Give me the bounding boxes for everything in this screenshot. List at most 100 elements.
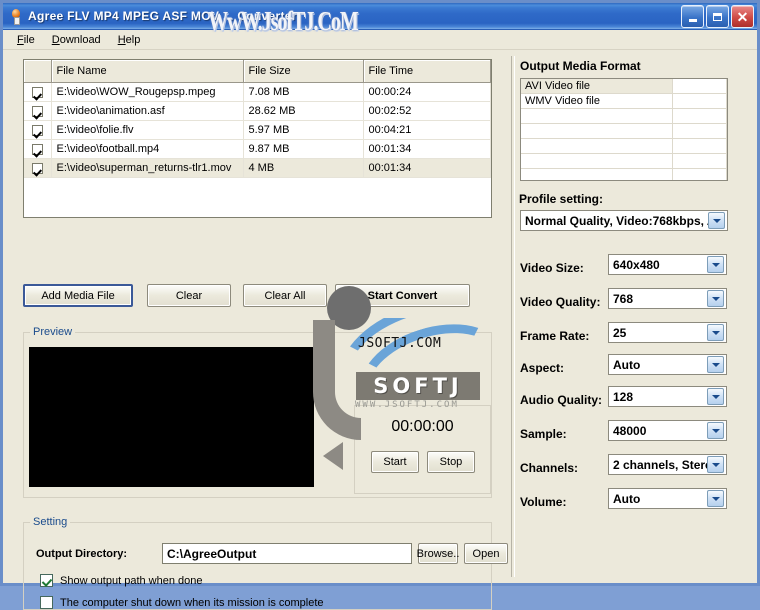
menu-item-download[interactable]: Download	[44, 32, 109, 48]
output-format-item-label	[521, 123, 673, 139]
menu-download-rest: ownload	[59, 33, 101, 46]
playback-timer: 00:00:00	[391, 418, 454, 435]
playback-timer-box: 00:00:00 Start Stop	[354, 405, 491, 494]
output-format-item-pad	[672, 79, 727, 94]
list-item[interactable]	[521, 168, 727, 180]
frame-rate-dropdown[interactable]: 25	[608, 322, 727, 343]
menu-file-rest: ile	[23, 33, 35, 46]
table-row[interactable]: E:\video\WOW_Rougepsp.mpeg 7.08 MB 00:00…	[24, 82, 491, 102]
column-header-file-size[interactable]: File Size	[243, 60, 364, 83]
cell-file-size: 7.08 MB	[243, 82, 364, 102]
cell-file-size: 4 MB	[243, 158, 364, 178]
clear-button[interactable]: Clear	[147, 284, 231, 307]
close-button[interactable]: ✕	[731, 5, 754, 28]
preview-stop-button[interactable]: Stop	[427, 451, 475, 473]
video-size-dropdown[interactable]: 640x480	[608, 254, 727, 275]
row-checkbox[interactable]	[31, 143, 43, 155]
chevron-down-icon[interactable]	[707, 388, 724, 405]
menu-help-rest: elp	[125, 33, 141, 46]
setting-group: Setting Output Directory: Browse.. Open …	[23, 516, 508, 610]
table-row[interactable]: E:\video\football.mp4 9.87 MB 00:01:34	[24, 139, 491, 159]
column-header-check[interactable]	[24, 60, 52, 83]
panel-divider	[511, 56, 515, 577]
sample-dropdown[interactable]: 48000	[608, 420, 727, 441]
frame-rate-value: 25	[613, 325, 627, 340]
list-item[interactable]: AVI Video file	[521, 79, 727, 94]
sample-value: 48000	[613, 423, 647, 438]
chevron-down-icon[interactable]	[707, 290, 724, 307]
window-title: Agree FLV MP4 MPEG ASF MOV ... Converter	[28, 9, 297, 23]
volume-value: Auto	[613, 491, 641, 506]
table-row[interactable]: E:\video\folie.flv 5.97 MB 00:04:21	[24, 120, 491, 140]
add-media-file-button[interactable]: Add Media File	[23, 284, 133, 307]
list-item[interactable]	[521, 108, 727, 124]
column-header-file-name[interactable]: File Name	[51, 60, 244, 83]
menu-item-help[interactable]: Help	[110, 32, 149, 48]
list-item[interactable]: WMV Video file	[521, 93, 727, 109]
row-checkbox[interactable]	[31, 86, 43, 98]
main-body: File Name File Size File Time E:\video\W…	[3, 50, 757, 610]
output-format-item-label	[521, 153, 673, 169]
show-output-path-label: Show output path when done	[60, 574, 203, 587]
row-checkbox-cell[interactable]	[24, 139, 52, 159]
left-panel: File Name File Size File Time E:\video\W…	[3, 50, 511, 610]
chevron-down-icon[interactable]	[707, 422, 724, 439]
output-format-item-pad	[672, 123, 727, 139]
row-checkbox[interactable]	[31, 162, 43, 174]
start-convert-button[interactable]: Start Convert	[335, 284, 470, 307]
show-output-path-row[interactable]: Show output path when done	[40, 574, 203, 587]
browse-button[interactable]: Browse..	[417, 543, 459, 564]
table-row[interactable]: E:\video\superman_returns-tlr1.mov 4 MB …	[24, 158, 491, 178]
show-output-path-checkbox[interactable]	[40, 574, 53, 587]
output-directory-input[interactable]	[162, 543, 412, 564]
output-directory-label: Output Directory:	[36, 548, 128, 560]
chevron-down-icon[interactable]	[707, 256, 724, 273]
audio-quality-dropdown[interactable]: 128	[608, 386, 727, 407]
channels-dropdown[interactable]: 2 channels, Stere	[608, 454, 727, 475]
minimize-button[interactable]	[681, 5, 704, 28]
preview-start-button[interactable]: Start	[371, 451, 419, 473]
row-checkbox[interactable]	[31, 105, 43, 117]
chevron-down-icon[interactable]	[708, 212, 725, 229]
video-size-label: Video Size:	[520, 261, 584, 275]
table-row[interactable]: E:\video\animation.asf 28.62 MB 00:02:52	[24, 101, 491, 121]
chevron-down-icon[interactable]	[707, 456, 724, 473]
shutdown-row[interactable]: The computer shut down when its mission …	[40, 596, 324, 609]
volume-dropdown[interactable]: Auto	[608, 488, 727, 509]
clear-all-button[interactable]: Clear All	[243, 284, 327, 307]
row-checkbox[interactable]	[31, 124, 43, 136]
column-header-file-time[interactable]: File Time	[363, 60, 491, 83]
output-media-format-title: Output Media Format	[520, 59, 641, 73]
profile-setting-value: Normal Quality, Video:768kbps, A	[525, 213, 708, 228]
open-button[interactable]: Open	[464, 543, 508, 564]
maximize-button[interactable]	[706, 5, 729, 28]
row-checkbox-cell[interactable]	[24, 82, 52, 102]
menu-item-file[interactable]: File	[9, 32, 43, 48]
profile-setting-dropdown[interactable]: Normal Quality, Video:768kbps, A	[520, 210, 728, 231]
row-checkbox-cell[interactable]	[24, 101, 52, 121]
output-format-item-pad	[672, 168, 727, 180]
row-checkbox-cell[interactable]	[24, 158, 52, 178]
video-quality-dropdown[interactable]: 768	[608, 288, 727, 309]
sample-label: Sample:	[520, 427, 567, 441]
cell-file-size: 5.97 MB	[243, 120, 364, 140]
list-item[interactable]	[521, 153, 727, 169]
output-format-item-label	[521, 108, 673, 124]
chevron-down-icon[interactable]	[707, 490, 724, 507]
shutdown-checkbox[interactable]	[40, 596, 53, 609]
channels-value: 2 channels, Stere	[613, 457, 707, 472]
row-checkbox-cell[interactable]	[24, 120, 52, 140]
audio-quality-label: Audio Quality:	[520, 393, 602, 407]
output-format-list[interactable]: AVI Video file WMV Video file	[520, 78, 728, 181]
file-list[interactable]: File Name File Size File Time E:\video\W…	[23, 59, 492, 218]
aspect-dropdown[interactable]: Auto	[608, 354, 727, 375]
output-format-item-label	[521, 138, 673, 154]
list-item[interactable]	[521, 123, 727, 139]
chevron-down-icon[interactable]	[707, 324, 724, 341]
video-preview-surface[interactable]	[29, 347, 314, 487]
chevron-down-icon[interactable]	[707, 356, 724, 373]
frame-rate-label: Frame Rate:	[520, 329, 590, 343]
window-controls: ✕	[681, 5, 754, 28]
list-item[interactable]	[521, 138, 727, 154]
cell-file-name: E:\video\animation.asf	[51, 101, 244, 121]
